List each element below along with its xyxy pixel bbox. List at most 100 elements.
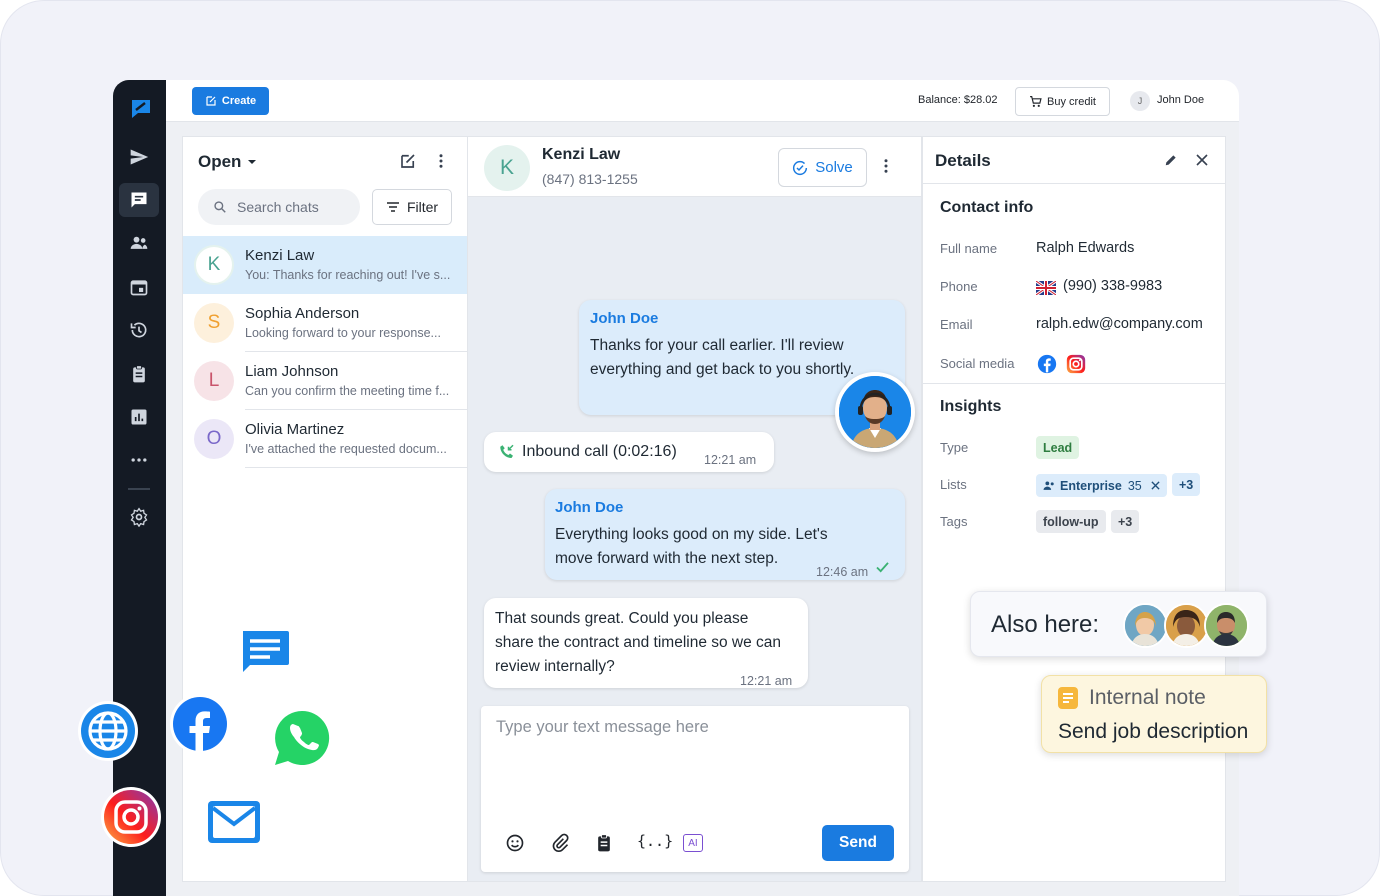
chat-list-item[interactable]: O Olivia Martinez I've attached the requ… [183,410,467,468]
kebab-menu-icon[interactable] [435,152,447,175]
contact-avatar: O [194,419,234,459]
search-icon [214,201,226,213]
remove-icon[interactable] [1151,481,1160,490]
conversation-menu-icon[interactable] [880,157,892,180]
lists-more-chip[interactable]: +3 [1172,473,1201,496]
search-placeholder: Search chats [237,199,319,215]
list-chip[interactable]: Enterprise 35 [1036,474,1167,497]
contact-avatar: K [484,145,530,191]
note-title: Internal note [1089,686,1206,709]
details-panel: Details Contact info Full name Ralph Edw… [922,136,1226,882]
reports-icon[interactable] [119,400,159,434]
viewer-avatar [1123,603,1168,648]
conversation-header: K Kenzi Law (847) 813-1255 Solve [468,137,921,197]
type-chip[interactable]: Lead [1036,436,1080,459]
close-icon[interactable] [1196,153,1208,171]
pencil-icon[interactable] [1164,153,1178,172]
email-channel-icon [203,796,265,853]
message-preview: Can you confirm the meeting time f... [245,384,450,398]
web-channel-icon [77,700,139,767]
also-here-label: Also here: [991,611,1100,638]
status-filter-dropdown[interactable]: Open [198,152,257,172]
phone-label: Phone [940,279,978,294]
chevron-down-icon [248,160,257,164]
filter-icon [386,202,399,212]
call-text: Inbound call (0:02:16) [522,443,677,460]
contacts-icon [1043,481,1054,490]
tags-more-chip[interactable]: +3 [1111,510,1140,533]
message-preview: Looking forward to your response... [245,326,441,340]
chats-icon[interactable] [119,183,159,217]
filter-button[interactable]: Filter [372,189,452,225]
contact-avatar: L [194,361,234,401]
facebook-icon[interactable] [1037,354,1057,379]
list-name: Enterprise [1060,478,1122,493]
message-sender: John Doe [590,310,659,327]
read-check-icon [876,562,889,573]
top-bar: Create Balance: $28.02 Buy credit J John… [166,80,1239,122]
message-time: 12:21 am [704,453,757,467]
more-icon[interactable] [119,443,159,477]
search-input[interactable]: Search chats [198,189,360,225]
settings-icon[interactable] [119,500,159,534]
full-name-label: Full name [940,241,998,256]
details-title: Details [935,151,991,170]
calendar-icon[interactable] [119,270,159,304]
create-button[interactable]: Create [192,87,269,115]
contact-info-heading: Contact info [940,199,1034,216]
conversation-panel: K Kenzi Law (847) 813-1255 Solve John Do… [467,136,922,882]
user-avatar[interactable]: J [1130,91,1150,111]
message-time: 12:46 am [816,565,869,579]
compose-icon[interactable] [399,152,417,175]
phone-value: (990) 338-9983 [1063,278,1163,294]
buy-credit-label: Buy credit [1047,95,1096,108]
send-icon[interactable] [119,140,159,174]
variables-icon[interactable]: {..} [637,832,673,850]
internal-note-card: Internal note Send job description [1041,675,1267,753]
divider [923,383,1225,384]
chat-list-item[interactable]: L Liam Johnson Can you confirm the meeti… [183,352,467,410]
sms-channel-icon [234,624,298,689]
inbound-call-icon [500,444,514,458]
viewer-avatar [1204,603,1249,648]
instagram-icon[interactable] [1066,354,1086,379]
nav-rail [113,80,166,896]
user-name[interactable]: John Doe [1157,94,1204,106]
row-divider [245,467,467,468]
note-text: Send job description [1058,720,1249,743]
buy-credit-button[interactable]: Buy credit [1015,87,1110,116]
balance-text: Balance: $28.02 [918,94,998,106]
history-icon[interactable] [119,313,159,347]
create-label: Create [221,95,257,107]
contact-name: Kenzi Law [542,146,621,163]
incoming-message: That sounds great. Could you please shar… [484,598,808,688]
template-icon[interactable] [594,833,614,858]
clipboard-icon[interactable] [119,357,159,391]
solve-button[interactable]: Solve [778,148,867,187]
logo-icon[interactable] [121,92,161,126]
emoji-icon[interactable] [505,833,525,858]
send-button[interactable]: Send [822,825,894,861]
chat-list-item[interactable]: K Kenzi Law You: Thanks for reaching out… [183,236,467,294]
contact-name: Liam Johnson [245,363,339,380]
email-label: Email [940,317,973,332]
contacts-icon[interactable] [119,226,159,260]
status-filter-label: Open [198,152,242,171]
full-name-value: Ralph Edwards [1036,240,1135,256]
ai-assist-icon[interactable]: AI [683,834,703,852]
message-composer[interactable]: Type your text message here {..} AI Send [481,706,909,872]
attachment-icon[interactable] [550,833,570,858]
tag-chip[interactable]: follow-up [1036,510,1106,533]
also-here-card: Also here: [970,591,1267,657]
chat-list-item[interactable]: S Sophia Anderson Looking forward to you… [183,294,467,352]
message-preview: I've attached the requested docum... [245,442,447,456]
social-media-label: Social media [940,356,1015,371]
message-time: 12:21 am [740,674,793,688]
contact-avatar: S [194,303,234,343]
solve-label: Solve [815,159,853,176]
message-text: Thanks for your call earlier. I'll revie… [590,337,855,378]
call-log-message: Inbound call (0:02:16) 12:21 am [484,432,774,472]
agent-avatar [835,372,915,452]
contact-name: Kenzi Law [245,247,315,264]
uk-flag-icon [1035,279,1057,300]
